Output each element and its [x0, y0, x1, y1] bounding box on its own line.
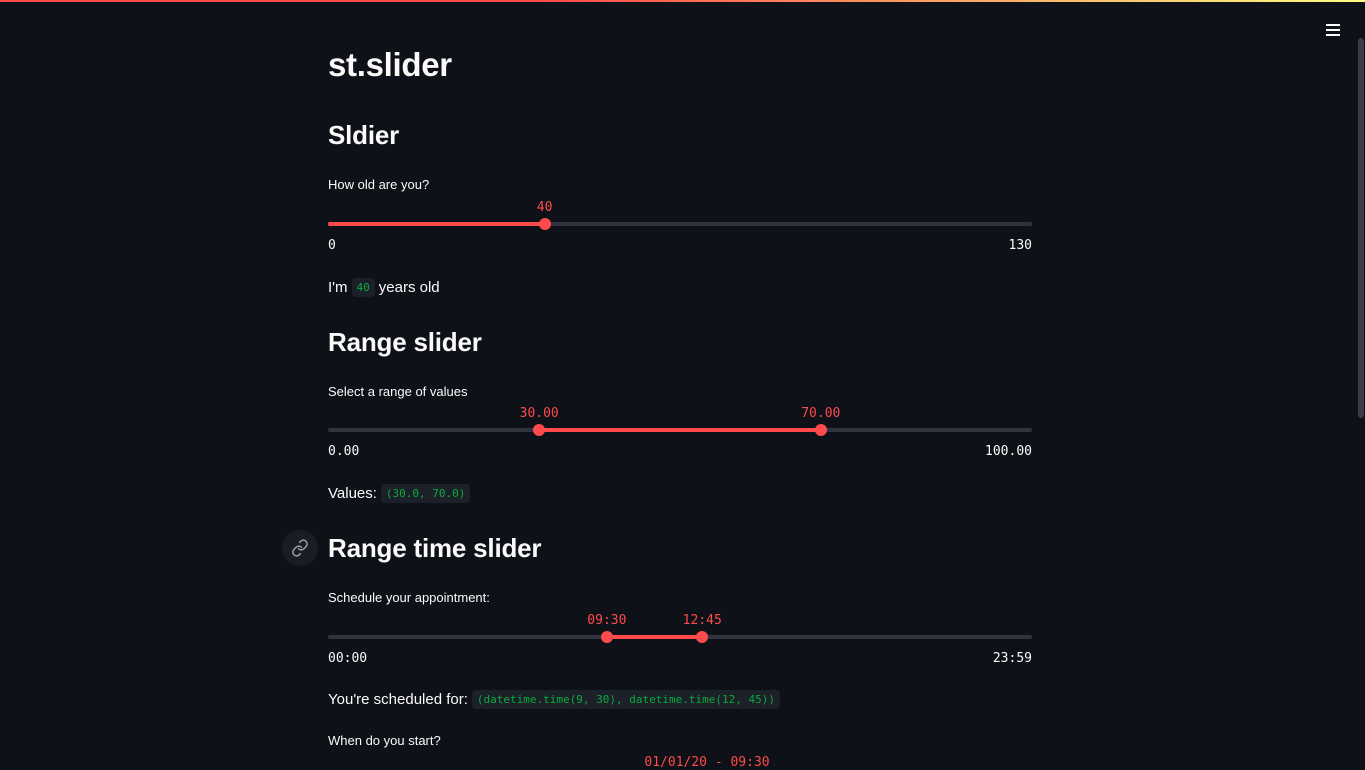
slider-max-label: 100.00	[985, 444, 1032, 459]
result-code: 40	[351, 278, 375, 297]
age-result-text: I'm 40 years old	[328, 278, 440, 297]
result-prefix: Values:	[328, 485, 377, 502]
result-code: (30.0, 70.0)	[380, 484, 471, 503]
slider-thumb-high-value: 70.00	[801, 406, 841, 421]
slider-fill	[539, 428, 821, 432]
header-anchor-link[interactable]	[282, 530, 318, 566]
age-slider-label: How old are you?	[328, 177, 430, 192]
slider-min-label: 0	[328, 238, 336, 253]
range-result-text: Values: (30.0, 70.0)	[328, 484, 474, 503]
slider-thumb-high[interactable]	[814, 424, 827, 436]
top-decoration-bar	[0, 0, 1365, 2]
slider-min-label: 00:00	[328, 651, 368, 666]
slider-max-label: 130	[1008, 238, 1032, 253]
slider-thumb-low-value: 09:30	[587, 613, 627, 628]
slider-fill	[328, 222, 545, 226]
result-code: (datetime.time(9, 30), datetime.time(12,…	[471, 690, 780, 709]
result-suffix: years old	[378, 279, 440, 296]
time-slider-label: Schedule your appointment:	[328, 590, 490, 605]
slider-thumb-low[interactable]	[533, 424, 546, 436]
page-scrollbar[interactable]	[1358, 38, 1364, 418]
hamburger-menu-icon	[1326, 24, 1340, 36]
slider-thumb[interactable]	[538, 218, 551, 230]
link-icon	[292, 539, 308, 557]
slider-min-label: 0.00	[328, 444, 360, 459]
result-prefix: I'm	[328, 279, 348, 296]
slider-heading: Sldier	[328, 120, 400, 150]
slider-thumb-low-value: 30.00	[519, 406, 559, 421]
result-prefix: You're scheduled for:	[328, 691, 468, 708]
slider-thumb-high-value: 12:45	[682, 613, 722, 628]
range-slider[interactable]: 30.00 70.00 0.00 100.00	[328, 406, 1032, 466]
slider-thumb-low[interactable]	[600, 631, 613, 643]
page-title: st.slider	[328, 46, 452, 83]
range-slider-heading: Range slider	[328, 327, 482, 357]
slider-fill	[606, 635, 703, 639]
range-slider-label: Select a range of values	[328, 384, 468, 399]
time-result-text: You're scheduled for: (datetime.time(9, …	[328, 690, 784, 709]
slider-thumb-high[interactable]	[696, 631, 709, 643]
time-slider-heading: Range time slider	[328, 533, 542, 563]
time-range-slider[interactable]: 09:30 12:45 00:00 23:59	[328, 613, 1032, 673]
age-slider[interactable]: 40 0 130	[328, 200, 1032, 260]
main-menu-button[interactable]	[1320, 18, 1346, 42]
datetime-slider-label: When do you start?	[328, 733, 441, 748]
slider-thumb-value: 40	[536, 200, 553, 215]
slider-max-label: 23:59	[992, 651, 1032, 666]
datetime-slider-thumb-value: 01/01/20 - 09:30	[644, 755, 770, 770]
